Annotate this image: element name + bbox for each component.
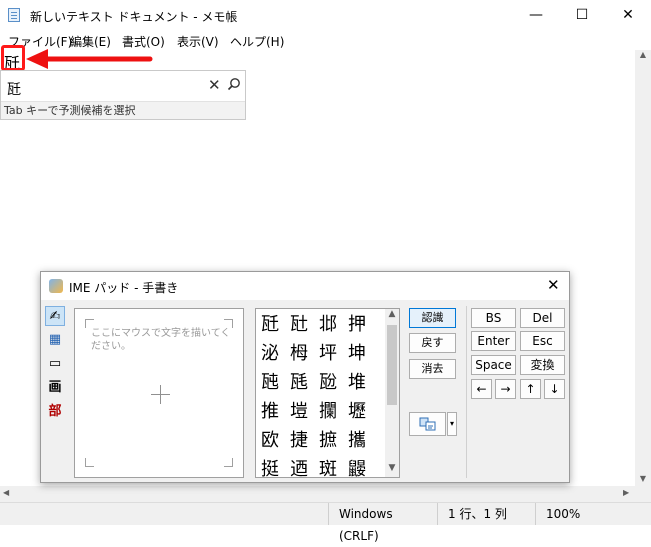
- candidate-char[interactable]: 坤: [343, 340, 371, 368]
- ime-pad-title-bar: IME パッド - 手書き ✕: [41, 272, 569, 300]
- radical-icon[interactable]: 部: [45, 402, 65, 422]
- scroll-up-icon[interactable]: ▲: [385, 309, 399, 319]
- status-line-ending: Windows (CRLF): [328, 503, 430, 543]
- canvas-corner: [224, 319, 233, 328]
- candidate-char[interactable]: 瓧: [285, 311, 313, 339]
- candidate-char[interactable]: 鼹: [343, 456, 371, 477]
- scroll-down-icon[interactable]: ▼: [385, 463, 399, 473]
- undo-button[interactable]: 戻す: [409, 333, 456, 353]
- right-arrow-key[interactable]: →: [495, 379, 516, 399]
- title-bar: 新しいテキスト ドキュメント - メモ帳 — ☐ ✕: [0, 0, 651, 30]
- candidate-char[interactable]: 欧: [256, 427, 284, 455]
- minimize-button[interactable]: —: [513, 0, 559, 30]
- bs-key[interactable]: BS: [471, 308, 516, 328]
- status-bar: Windows (CRLF) 1 行、1 列 100%: [0, 502, 651, 543]
- search-icon[interactable]: [227, 77, 241, 91]
- soft-keyboard-icon[interactable]: ▭: [45, 354, 65, 374]
- candidate-char[interactable]: 坪: [314, 340, 342, 368]
- character-list-icon[interactable]: ▦: [45, 330, 65, 350]
- red-arrow-icon: [26, 49, 153, 69]
- menu-help[interactable]: ヘルプ(H): [230, 33, 284, 50]
- ime-pad-close-button[interactable]: ✕: [547, 276, 560, 294]
- space-key[interactable]: Space: [471, 355, 516, 375]
- handwriting-canvas[interactable]: ここにマウスで文字を描いてください。: [74, 308, 244, 478]
- canvas-corner: [224, 458, 233, 467]
- candidate-char[interactable]: 押: [343, 311, 371, 339]
- candidate-char[interactable]: 瓩: [256, 311, 284, 339]
- left-arrow-key[interactable]: ←: [471, 379, 492, 399]
- close-icon[interactable]: ✕: [208, 76, 221, 94]
- recognition-options-button[interactable]: [409, 412, 446, 436]
- pad-divider: [466, 306, 467, 478]
- candidate-char[interactable]: 挺: [256, 456, 284, 477]
- scroll-thumb[interactable]: [387, 325, 397, 405]
- candidate-char[interactable]: 塏: [285, 398, 313, 426]
- stroke-count-icon[interactable]: 画: [45, 378, 65, 398]
- status-position: 1 行、1 列: [437, 503, 533, 525]
- close-button[interactable]: ✕: [605, 0, 651, 30]
- esc-key[interactable]: Esc: [520, 331, 565, 351]
- menu-view[interactable]: 表示(V): [177, 33, 219, 50]
- candidate-popup: 瓩 ✕ Tab キーで予測候補を選択: [0, 70, 246, 120]
- maximize-button[interactable]: ☐: [559, 0, 605, 30]
- ime-pad-title: IME パッド - 手書き: [69, 281, 179, 295]
- draw-hint: ここにマウスで文字を描いてください。: [91, 328, 231, 352]
- candidate-char[interactable]: 瓱: [285, 369, 313, 397]
- candidate-char[interactable]: 栂: [285, 340, 313, 368]
- enter-key[interactable]: Enter: [471, 331, 516, 351]
- candidate-char[interactable]: 斑: [314, 456, 342, 477]
- candidate-grid: 瓩 瓧 邶 押 泌 栂 坪 坤 瓲 瓱 瓰 堆 推 塏 攔 壢 欧 捷 摭 攜 …: [255, 308, 400, 478]
- candidate-char[interactable]: 瓰: [314, 369, 342, 397]
- ime-pad-icon: [49, 279, 63, 293]
- candidate-char[interactable]: 壢: [343, 398, 371, 426]
- convert-key[interactable]: 変換: [520, 355, 565, 375]
- del-key[interactable]: Del: [520, 308, 565, 328]
- candidate-char[interactable]: 攜: [343, 427, 371, 455]
- vertical-scrollbar[interactable]: ▲ ▼: [635, 50, 651, 486]
- scroll-up-icon[interactable]: ▲: [635, 50, 651, 59]
- candidate-char[interactable]: 堆: [343, 369, 371, 397]
- status-zoom: 100%: [535, 503, 615, 525]
- ime-pad-sidebar: ✍ ▦ ▭ 画 部: [45, 306, 65, 426]
- candidate-hint: Tab キーで予測候補を選択: [1, 101, 245, 119]
- crosshair-icon: [151, 385, 170, 404]
- ime-pad-window: IME パッド - 手書き ✕ ✍ ▦ ▭ 画 部 ここにマウスで文字を描いてく…: [40, 271, 570, 483]
- canvas-corner: [85, 319, 94, 328]
- horizontal-scrollbar[interactable]: ◀ ▶: [0, 486, 635, 502]
- recognize-mode-icon: [419, 417, 435, 431]
- candidate-char[interactable]: 邶: [314, 311, 342, 339]
- canvas-corner: [85, 458, 94, 467]
- handwriting-icon[interactable]: ✍: [45, 306, 65, 326]
- candidate-scrollbar[interactable]: ▲ ▼: [385, 309, 399, 477]
- scroll-left-icon[interactable]: ◀: [3, 488, 9, 497]
- candidate-char[interactable]: 推: [256, 398, 284, 426]
- candidate-char[interactable]: 瓲: [256, 369, 284, 397]
- candidate-char[interactable]: 迺: [285, 456, 313, 477]
- up-arrow-key[interactable]: ↑: [520, 379, 541, 399]
- scroll-down-icon[interactable]: ▼: [635, 474, 651, 483]
- scroll-corner: [635, 486, 651, 502]
- candidate-char[interactable]: 摭: [314, 427, 342, 455]
- candidate-char[interactable]: 捷: [285, 427, 313, 455]
- recognize-button[interactable]: 認識: [409, 308, 456, 328]
- notepad-icon: [8, 8, 20, 22]
- candidate-text[interactable]: 瓩: [7, 79, 21, 99]
- scroll-right-icon[interactable]: ▶: [623, 488, 629, 497]
- down-arrow-key[interactable]: ↓: [544, 379, 565, 399]
- candidate-char[interactable]: 攔: [314, 398, 342, 426]
- dropdown-arrow-icon[interactable]: ▾: [447, 412, 457, 436]
- window-title: 新しいテキスト ドキュメント - メモ帳: [30, 10, 238, 24]
- candidate-char[interactable]: 泌: [256, 340, 284, 368]
- clear-button[interactable]: 消去: [409, 359, 456, 379]
- highlight-box: [1, 45, 25, 71]
